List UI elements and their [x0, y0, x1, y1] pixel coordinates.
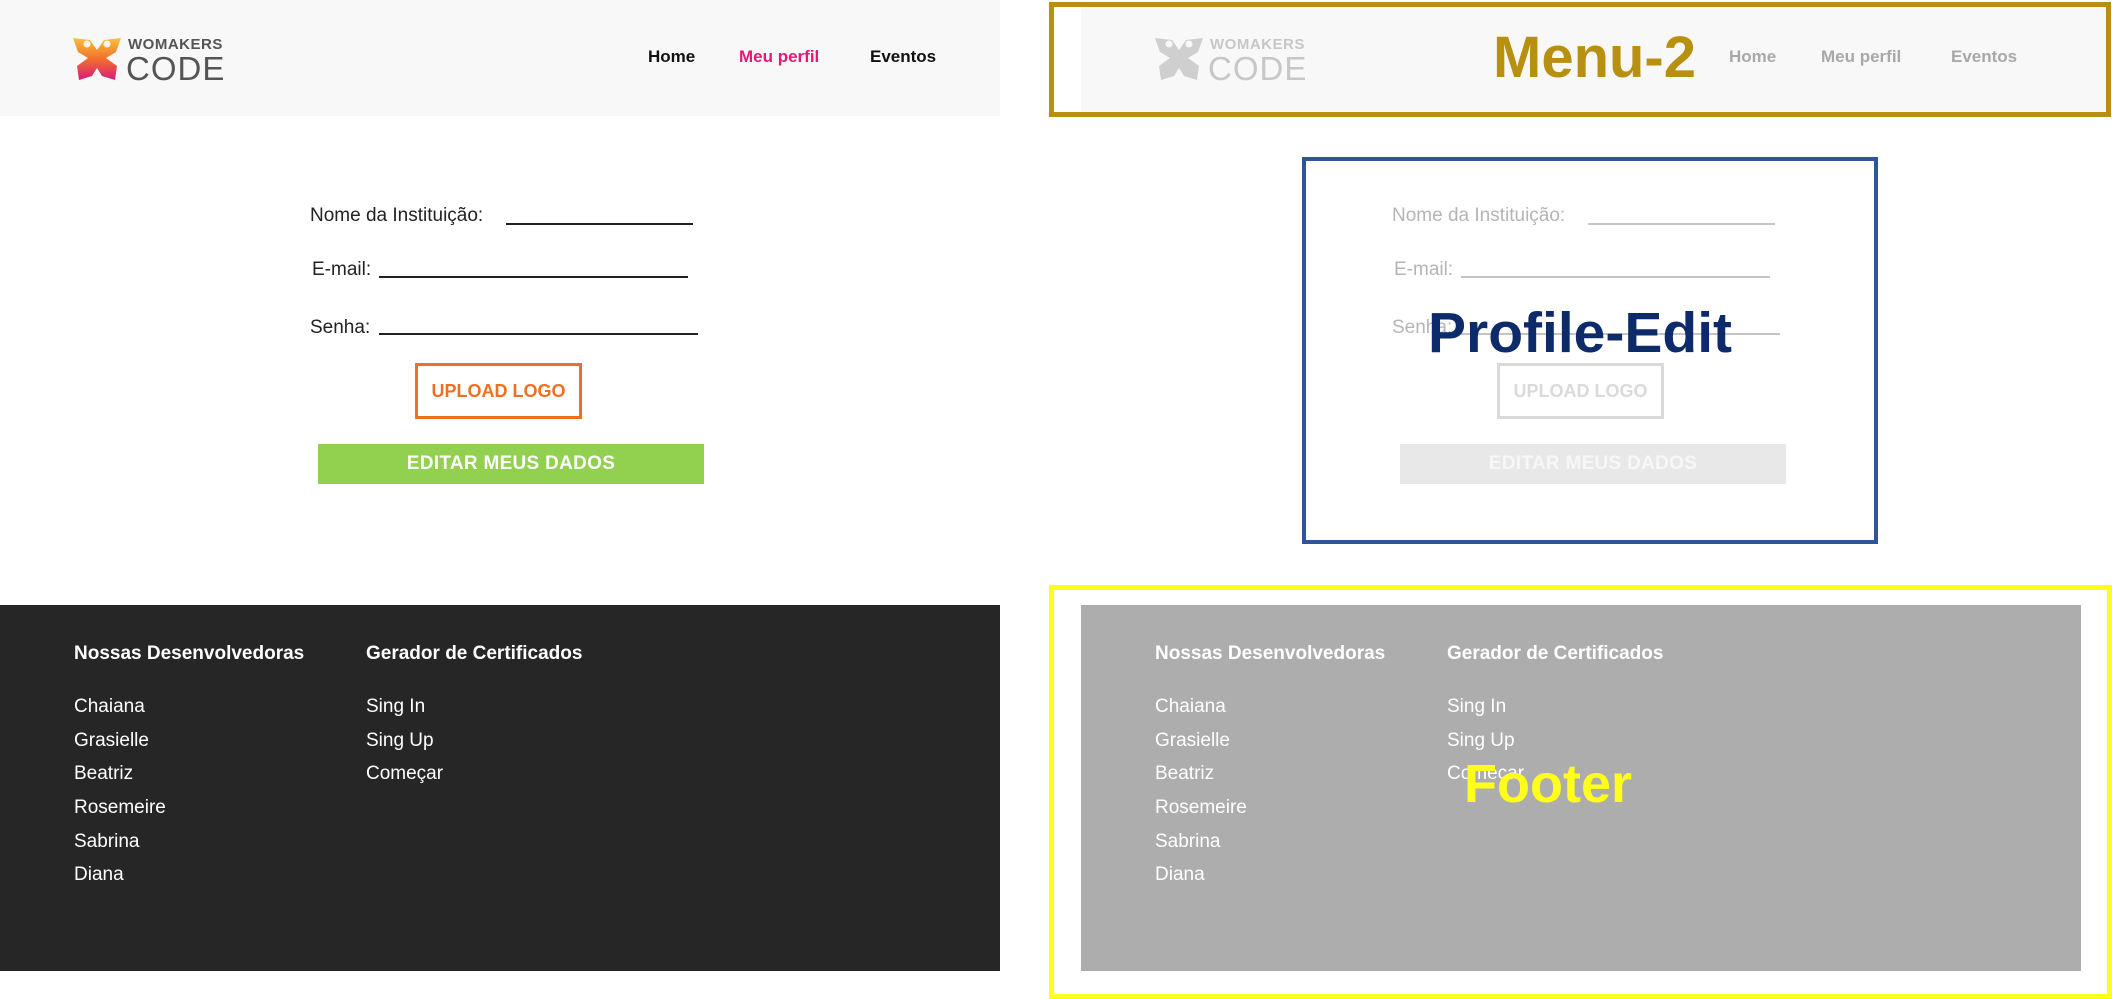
footer-link-diana[interactable]: Diana: [74, 864, 124, 886]
footer-link-chaiana[interactable]: Chaiana: [74, 696, 145, 718]
footer-annotation-label: Footer: [1464, 754, 1632, 814]
nav-home[interactable]: Home: [648, 47, 695, 67]
profile-edit-annotation-label: Profile-Edit: [1428, 301, 1733, 365]
top-nav: WOMAKERS CODE Home Meu perfil Eventos: [0, 0, 1000, 116]
password-label: Senha:: [310, 317, 371, 338]
footer-link-sabrina[interactable]: Sabrina: [74, 831, 140, 853]
edit-data-button[interactable]: EDITAR MEUS DADOS: [318, 444, 704, 484]
footer-link-rosemeire[interactable]: Rosemeire: [74, 797, 166, 819]
nav-eventos[interactable]: Eventos: [870, 47, 936, 67]
institution-label: Nome da Instituição:: [310, 205, 484, 226]
butterfly-logo-icon: [73, 38, 121, 80]
nav-meu-perfil[interactable]: Meu perfil: [739, 47, 819, 67]
email-label: E-mail:: [312, 259, 372, 280]
footer-link-comecar[interactable]: Começar: [366, 763, 443, 785]
womakers-logo[interactable]: WOMAKERS CODE: [70, 30, 224, 87]
upload-logo-button[interactable]: UPLOAD LOGO: [415, 363, 582, 419]
footer-link-grasielle[interactable]: Grasielle: [74, 730, 149, 752]
footer-certificates-heading: Gerador de Certificados: [366, 643, 583, 664]
email-input[interactable]: [379, 276, 688, 278]
footer-link-beatriz[interactable]: Beatriz: [74, 763, 133, 785]
footer-link-sign-in[interactable]: Sing In: [366, 696, 425, 718]
footer: Nossas Desenvolvedoras Chaiana Grasielle…: [0, 605, 1000, 971]
footer-developers-heading: Nossas Desenvolvedoras: [74, 643, 305, 664]
menu-annotation-label: Menu-2: [1493, 25, 1696, 90]
institution-input[interactable]: [506, 223, 693, 225]
logo-word-bottom: CODE: [126, 50, 226, 87]
password-input[interactable]: [379, 333, 698, 335]
footer-link-sign-up[interactable]: Sing Up: [366, 730, 434, 752]
